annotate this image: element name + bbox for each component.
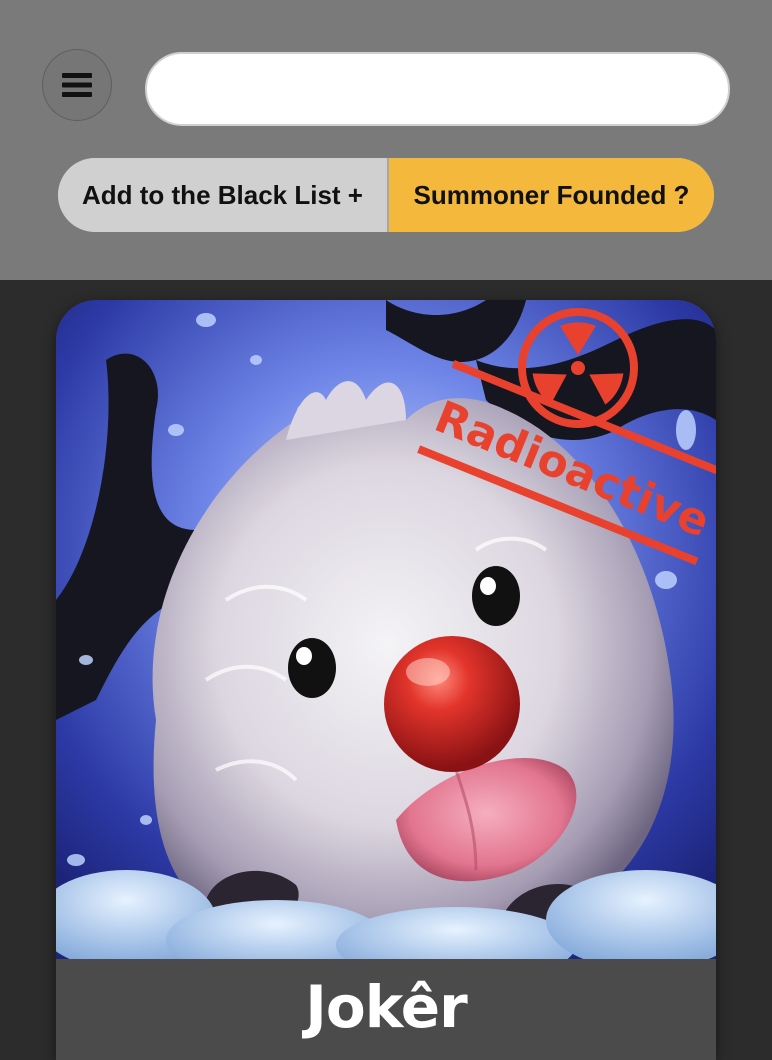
action-button-group: Add to the Black List + Summoner Founded…: [58, 158, 714, 232]
hamburger-menu-icon: [62, 73, 92, 97]
search-input[interactable]: [145, 52, 730, 126]
add-to-blacklist-button[interactable]: Add to the Black List +: [58, 158, 389, 232]
summoner-card[interactable]: Radioactive Jokêr: [56, 300, 716, 1060]
top-bar: Add to the Black List + Summoner Founded…: [0, 0, 772, 280]
radiation-icon: [518, 308, 638, 428]
radioactive-stamp: Radioactive: [417, 308, 716, 566]
menu-button[interactable]: [42, 49, 112, 121]
summoner-name-bar: Jokêr: [56, 959, 716, 1060]
summoner-found-button[interactable]: Summoner Founded ?: [389, 158, 714, 232]
summoner-name: Jokêr: [305, 973, 467, 1041]
